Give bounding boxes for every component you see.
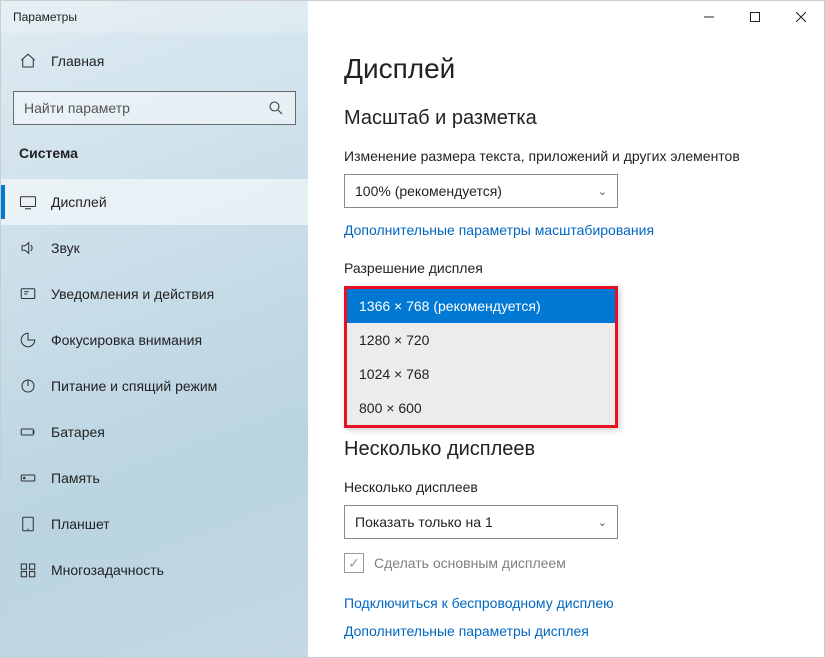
sidebar-item-label: Фокусировка внимания <box>51 332 202 348</box>
sidebar-item-multitasking[interactable]: Многозадачность <box>1 547 308 593</box>
sidebar-item-label: Батарея <box>51 424 105 440</box>
sidebar-item-label: Дисплей <box>51 194 107 210</box>
home-icon <box>19 52 37 70</box>
multi-display-value: Показать только на 1 <box>355 514 493 530</box>
home-nav[interactable]: Главная <box>1 41 308 81</box>
chevron-down-icon: ⌄ <box>598 516 607 529</box>
search-placeholder: Найти параметр <box>24 100 130 116</box>
notification-icon <box>19 285 37 303</box>
sidebar-item-tablet[interactable]: Планшет <box>1 501 308 547</box>
scale-value: 100% (рекомендуется) <box>355 183 502 199</box>
resolution-dropdown-open[interactable]: 1366 × 768 (рекомендуется) 1280 × 720 10… <box>344 286 618 428</box>
scale-dropdown[interactable]: 100% (рекомендуется) ⌄ <box>344 174 618 208</box>
advanced-display-link[interactable]: Дополнительные параметры дисплея <box>344 623 794 639</box>
search-input[interactable]: Найти параметр <box>13 91 296 125</box>
sidebar-item-label: Планшет <box>51 516 110 532</box>
sidebar-item-label: Многозадачность <box>51 562 164 578</box>
sidebar-item-label: Питание и спящий режим <box>51 378 217 394</box>
sidebar-item-focus[interactable]: Фокусировка внимания <box>1 317 308 363</box>
sidebar-item-power[interactable]: Питание и спящий режим <box>1 363 308 409</box>
multi-display-label: Несколько дисплеев <box>344 479 794 495</box>
sidebar-item-label: Звук <box>51 240 80 256</box>
make-primary-label: Сделать основным дисплеем <box>374 555 566 571</box>
sound-icon <box>19 239 37 257</box>
home-label: Главная <box>51 53 104 69</box>
resolution-option[interactable]: 1280 × 720 <box>347 323 615 357</box>
storage-icon <box>19 469 37 487</box>
section-scale-title: Масштаб и разметка <box>344 107 794 130</box>
minimize-button[interactable] <box>686 1 732 33</box>
sidebar-item-sound[interactable]: Звук <box>1 225 308 271</box>
section-multi-title: Несколько дисплеев <box>344 438 794 461</box>
multitasking-icon <box>19 561 37 579</box>
advanced-scaling-link[interactable]: Дополнительные параметры масштабирования <box>344 222 794 238</box>
make-primary-checkbox: ✓ Сделать основным дисплеем <box>344 553 794 573</box>
page-title: Дисплей <box>344 53 794 85</box>
resolution-option[interactable]: 1366 × 768 (рекомендуется) <box>347 289 615 323</box>
tablet-icon <box>19 515 37 533</box>
resolution-option[interactable]: 800 × 600 <box>347 391 615 425</box>
multi-display-dropdown[interactable]: Показать только на 1 ⌄ <box>344 505 618 539</box>
sidebar-item-label: Память <box>51 470 100 486</box>
display-icon <box>19 193 37 211</box>
sidebar-item-display[interactable]: Дисплей <box>1 179 308 225</box>
sidebar-section-title: Система <box>1 145 308 161</box>
sidebar-item-battery[interactable]: Батарея <box>1 409 308 455</box>
resolution-label: Разрешение дисплея <box>344 260 794 276</box>
resolution-option[interactable]: 1024 × 768 <box>347 357 615 391</box>
scale-label: Изменение размера текста, приложений и д… <box>344 148 794 164</box>
battery-icon <box>19 423 37 441</box>
window-title: Параметры <box>13 10 77 24</box>
checkbox-icon: ✓ <box>344 553 364 573</box>
close-button[interactable] <box>778 1 824 33</box>
chevron-down-icon: ⌄ <box>598 185 607 198</box>
focus-icon <box>19 331 37 349</box>
sidebar-item-notifications[interactable]: Уведомления и действия <box>1 271 308 317</box>
search-icon <box>267 99 285 117</box>
maximize-button[interactable] <box>732 1 778 33</box>
wireless-display-link[interactable]: Подключиться к беспроводному дисплею <box>344 595 794 611</box>
power-icon <box>19 377 37 395</box>
sidebar-item-storage[interactable]: Память <box>1 455 308 501</box>
sidebar-item-label: Уведомления и действия <box>51 286 214 302</box>
